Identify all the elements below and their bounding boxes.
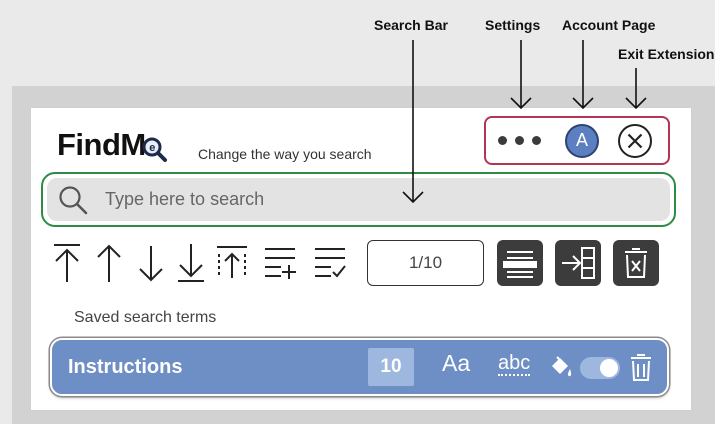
logo-text: FindM xyxy=(57,127,146,162)
search-icon xyxy=(59,185,88,214)
add-search-term-icon xyxy=(265,248,296,279)
account-button[interactable]: A xyxy=(565,123,599,158)
next-match-icon xyxy=(139,246,163,282)
jump-to-first-button[interactable] xyxy=(50,238,84,286)
next-match-button[interactable] xyxy=(134,238,168,286)
move-to-sidebar-button[interactable] xyxy=(555,240,601,286)
settings-dot-icon xyxy=(515,136,524,145)
saved-terms-icon xyxy=(315,248,346,278)
whole-word-toggle[interactable]: abc xyxy=(498,352,531,376)
header-controls: A xyxy=(484,116,670,165)
select-all-matches-button[interactable] xyxy=(214,238,250,286)
paint-bucket-icon xyxy=(552,356,572,377)
saved-terms-heading: Saved search terms xyxy=(74,309,217,326)
highlight-lines-icon xyxy=(503,251,537,278)
toggle-knob xyxy=(600,359,618,377)
search-bar xyxy=(41,172,676,227)
close-icon xyxy=(618,123,652,158)
match-counter: 1/10 xyxy=(367,240,484,286)
annotation-account-page: Account Page xyxy=(562,17,656,33)
highlight-lines-button[interactable] xyxy=(497,240,543,286)
settings-button[interactable] xyxy=(498,136,541,145)
search-field-container xyxy=(47,178,670,221)
saved-term-row[interactable]: Instructions 10 Aa abc xyxy=(50,338,669,396)
highlight-color-button[interactable] xyxy=(548,354,574,385)
settings-dot-icon xyxy=(498,136,507,145)
trash-icon xyxy=(625,248,647,278)
select-all-matches-icon xyxy=(217,246,247,278)
add-search-term-button[interactable] xyxy=(262,238,298,286)
jump-to-last-icon xyxy=(178,244,204,282)
match-case-toggle[interactable]: Aa xyxy=(442,350,470,377)
svg-text:e: e xyxy=(149,142,155,154)
settings-dot-icon xyxy=(532,136,541,145)
delete-term-button[interactable] xyxy=(628,352,654,387)
annotation-search-bar: Search Bar xyxy=(374,17,448,33)
clear-highlights-button[interactable] xyxy=(613,240,659,286)
annotation-settings: Settings xyxy=(485,17,541,33)
previous-match-icon xyxy=(97,244,121,282)
tagline: Change the way you search xyxy=(198,146,372,162)
trash-icon xyxy=(631,354,651,381)
term-enabled-toggle[interactable] xyxy=(580,357,620,379)
findme-logo: FindM e xyxy=(57,127,168,163)
annotation-exit-extension: Exit Extension xyxy=(618,46,715,62)
jump-to-last-button[interactable] xyxy=(174,238,208,286)
jump-to-first-icon xyxy=(54,244,80,282)
saved-term-text: Instructions xyxy=(68,356,183,378)
move-to-sidebar-icon xyxy=(562,247,595,279)
previous-match-button[interactable] xyxy=(92,238,126,286)
exit-extension-button[interactable] xyxy=(617,123,653,159)
saved-terms-button[interactable] xyxy=(312,238,348,286)
logo-magnifier-icon: e xyxy=(142,137,167,162)
search-input[interactable] xyxy=(103,188,627,211)
saved-term-count: 10 xyxy=(368,348,414,386)
